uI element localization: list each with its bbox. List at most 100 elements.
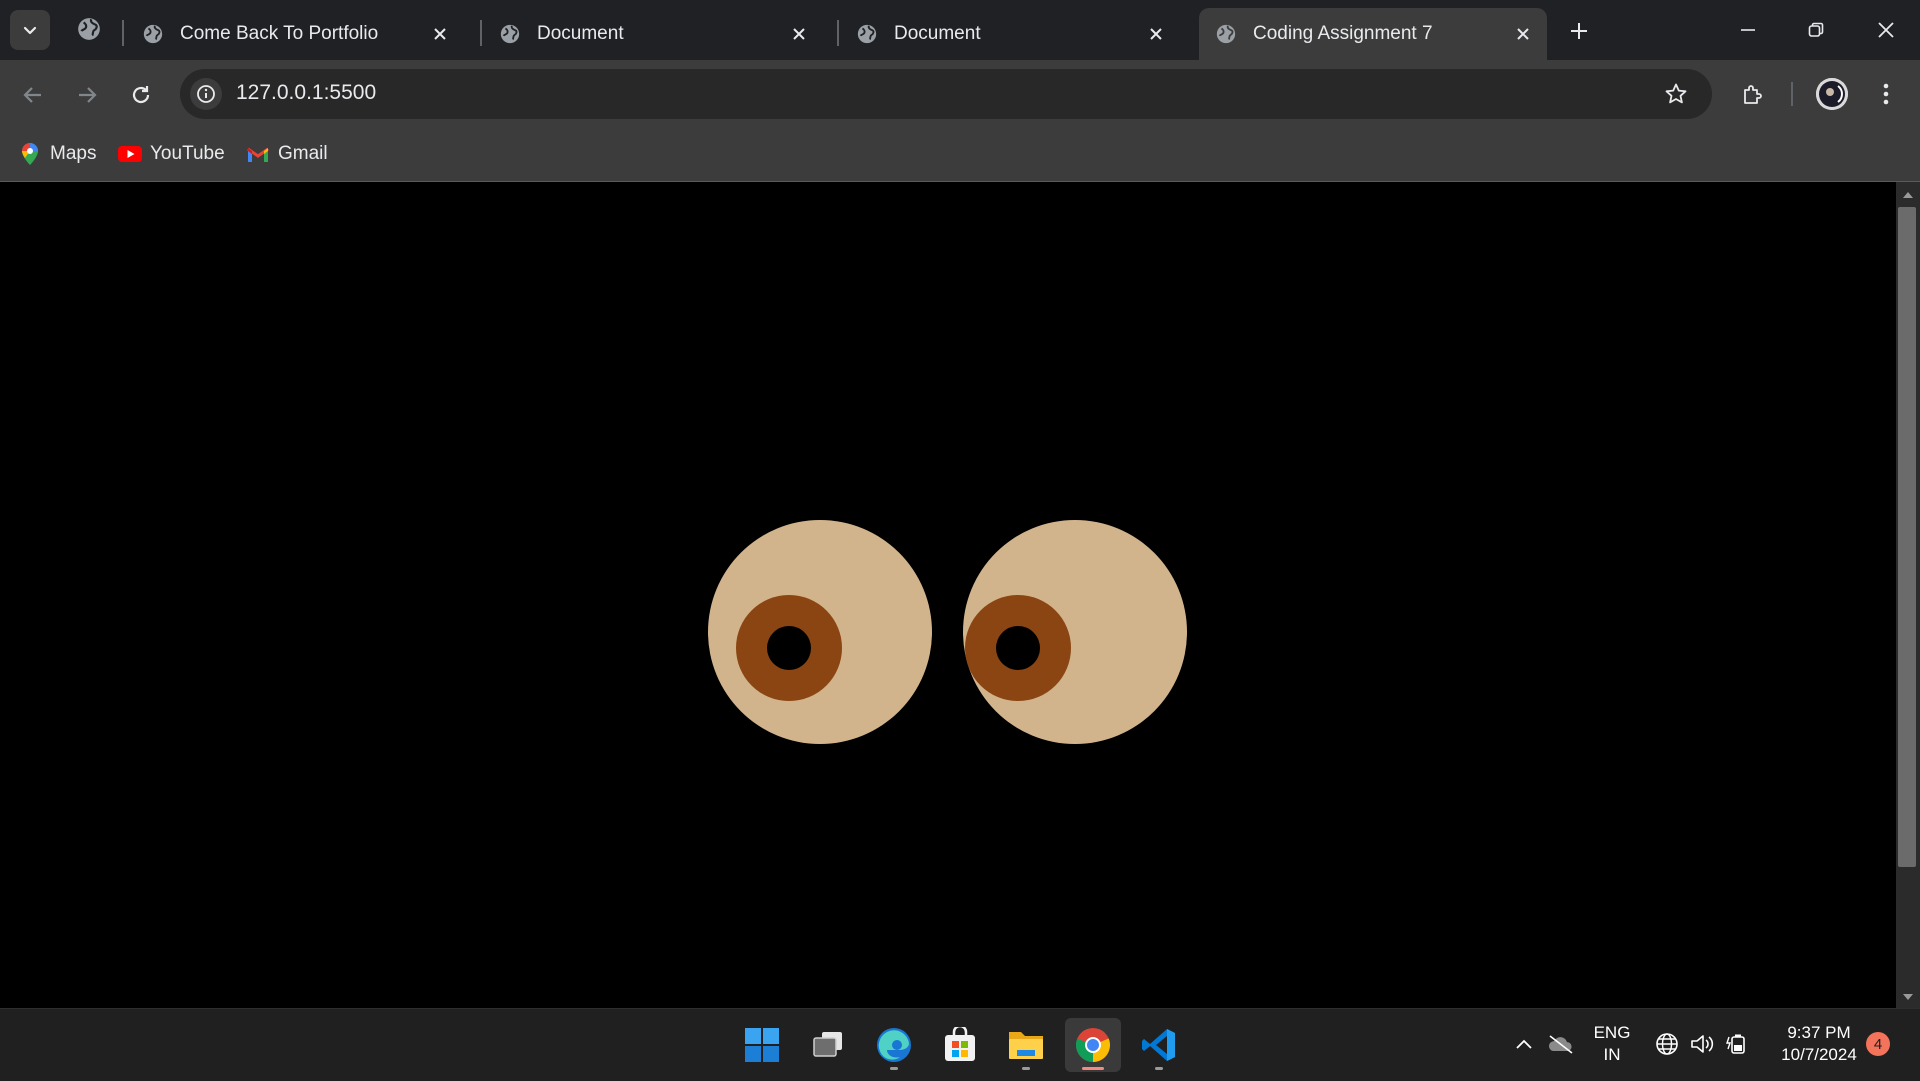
running-indicator: [1022, 1067, 1030, 1070]
profile-avatar-icon: [1816, 78, 1848, 110]
scroll-up-arrow-icon[interactable]: [1896, 186, 1920, 204]
onedrive-button[interactable]: [1544, 1024, 1578, 1064]
left-eye: [708, 520, 932, 744]
tab-title: Document: [894, 23, 981, 44]
bookmark-label: YouTube: [150, 143, 225, 164]
running-indicator: [890, 1067, 898, 1070]
reload-icon: [132, 86, 150, 104]
bookmark-gmail[interactable]: Gmail: [246, 138, 328, 170]
right-pupil: [996, 626, 1040, 670]
close-tab-icon[interactable]: [1144, 22, 1168, 46]
battery-charging-icon: [1726, 1034, 1745, 1054]
notification-badge[interactable]: 4: [1866, 1032, 1890, 1056]
tab-separator: [837, 20, 839, 46]
close-tab-icon[interactable]: [1511, 22, 1535, 46]
extensions-button[interactable]: [1736, 78, 1770, 112]
profile-avatar[interactable]: [1816, 78, 1848, 110]
language-region: IN: [1603, 1045, 1621, 1064]
clock[interactable]: 9:37 PM 10/7/2024: [1764, 1022, 1874, 1066]
toolbar-separator: [1791, 82, 1793, 106]
bookmark-youtube[interactable]: YouTube: [118, 138, 225, 170]
globe-icon: [143, 24, 163, 44]
file-explorer-icon: [1009, 1032, 1043, 1059]
back-button[interactable]: [16, 78, 50, 112]
tab-title: Coding Assignment 7: [1253, 23, 1433, 44]
minimize-icon: [1741, 29, 1755, 31]
tab-separator: [122, 20, 124, 46]
task-view-button[interactable]: [800, 1018, 856, 1072]
arrow-right-icon: [79, 87, 97, 103]
scroll-down-arrow-icon[interactable]: [1896, 988, 1920, 1006]
restore-button[interactable]: [1788, 4, 1844, 56]
edge-taskbar-button[interactable]: [866, 1018, 922, 1072]
forward-button[interactable]: [70, 78, 104, 112]
running-indicator: [1155, 1067, 1163, 1070]
chevron-up-icon: [1516, 1039, 1532, 1049]
info-icon: [197, 85, 215, 103]
left-pupil: [767, 626, 811, 670]
reload-button[interactable]: [124, 78, 158, 112]
tab-title: Come Back To Portfolio: [180, 23, 379, 44]
vscode-icon: [1142, 1029, 1175, 1061]
speaker-icon: [1691, 1035, 1714, 1053]
globe-icon: [1216, 24, 1236, 44]
clock-time: 9:37 PM: [1787, 1023, 1851, 1042]
right-iris: [965, 595, 1071, 701]
tab-separator: [480, 20, 482, 46]
restore-icon: [1808, 22, 1824, 37]
pinned-tab-globe-icon[interactable]: [76, 16, 102, 42]
close-window-button[interactable]: [1858, 4, 1914, 56]
show-hidden-icons-button[interactable]: [1512, 1024, 1536, 1064]
minimize-button[interactable]: [1720, 4, 1776, 56]
vscode-taskbar-button[interactable]: [1131, 1018, 1187, 1072]
start-button[interactable]: [734, 1018, 790, 1072]
file-explorer-taskbar-button[interactable]: [998, 1018, 1054, 1072]
chrome-taskbar-button[interactable]: [1065, 1018, 1121, 1072]
close-tab-icon[interactable]: [787, 22, 811, 46]
bookmark-maps[interactable]: Maps: [18, 138, 96, 170]
tab-coding-assignment-7[interactable]: Coding Assignment 7: [1199, 8, 1547, 60]
globe-icon: [500, 24, 520, 44]
globe-icon: [857, 24, 877, 44]
bookmark-label: Maps: [50, 143, 97, 164]
tab-come-back-to-portfolio[interactable]: Come Back To Portfolio: [126, 8, 464, 60]
battery-button[interactable]: [1724, 1024, 1754, 1064]
address-bar[interactable]: [180, 69, 1712, 119]
youtube-icon: [118, 142, 142, 166]
task-view-icon: [813, 1032, 842, 1057]
maps-pin-icon: [18, 142, 42, 166]
more-vertical-icon: [1883, 83, 1889, 105]
bookmark-star-button[interactable]: [1660, 78, 1692, 110]
star-icon: [1665, 83, 1687, 104]
right-eye: [963, 520, 1187, 744]
store-taskbar-button[interactable]: [932, 1018, 988, 1072]
scrollbar-thumb[interactable]: [1898, 207, 1916, 867]
input-language-indicator[interactable]: ENG IN: [1584, 1022, 1640, 1066]
edge-icon: [877, 1028, 911, 1062]
chevron-down-icon: [23, 26, 37, 35]
puzzle-icon: [1744, 85, 1762, 104]
network-button[interactable]: [1652, 1024, 1682, 1064]
chrome-icon: [1076, 1028, 1110, 1062]
close-tab-icon[interactable]: [428, 22, 452, 46]
volume-button[interactable]: [1688, 1024, 1718, 1064]
clock-date: 10/7/2024: [1781, 1045, 1857, 1064]
language-code: ENG: [1593, 1023, 1631, 1042]
windows-start-icon: [745, 1028, 779, 1062]
tab-document-2[interactable]: Document: [840, 8, 1180, 60]
store-icon: [945, 1027, 975, 1061]
chrome-menu-button[interactable]: [1870, 78, 1902, 110]
url-text[interactable]: 127.0.0.1:5500: [236, 81, 376, 105]
new-tab-button[interactable]: [1562, 14, 1596, 48]
onedrive-cloud-off-icon: [1548, 1035, 1573, 1054]
globe-network-icon: [1656, 1033, 1678, 1055]
active-indicator: [1082, 1067, 1104, 1070]
tab-search-button[interactable]: [10, 10, 50, 50]
gmail-icon: [246, 142, 270, 166]
left-iris: [736, 595, 842, 701]
page-viewport: [0, 182, 1896, 1008]
close-icon: [1878, 22, 1894, 38]
tab-document-1[interactable]: Document: [483, 8, 823, 60]
plus-icon: [1571, 23, 1587, 39]
site-info-button[interactable]: [190, 78, 222, 110]
